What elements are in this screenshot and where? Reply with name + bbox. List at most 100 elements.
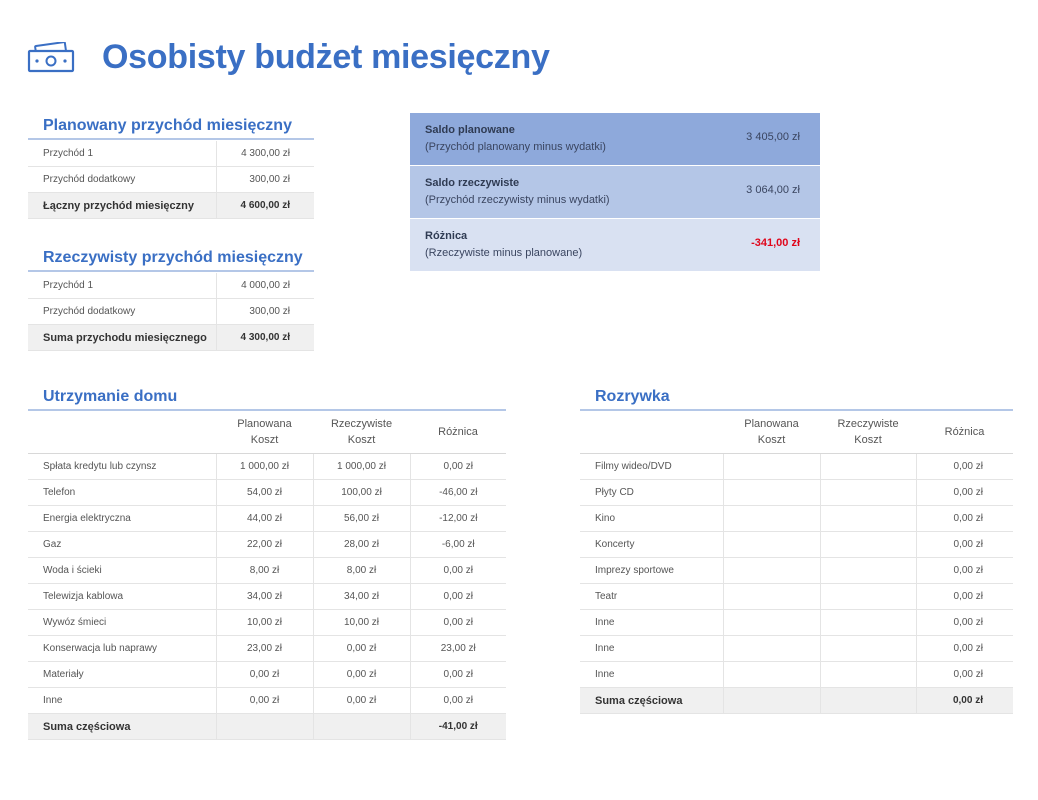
- planned-cost-cell[interactable]: [722, 635, 820, 662]
- actual-cost-cell[interactable]: 100,00 zł: [312, 479, 410, 506]
- total-label: Łączny przychód miesięczny: [28, 192, 216, 219]
- table-row: Imprezy sportowe 0,00 zł: [580, 557, 1013, 584]
- planned-cost-cell[interactable]: 0,00 zł: [215, 661, 313, 688]
- table-row: Przychód 1 4 000,00 zł: [28, 273, 314, 299]
- page-title: Osobisty budżet miesięczny: [102, 38, 550, 76]
- total-row: Suma przychodu miesięcznego 4 300,00 zł: [28, 324, 314, 351]
- subtotal-difference: 0,00 zł: [915, 687, 1013, 714]
- actual-cost-cell[interactable]: [819, 531, 916, 558]
- table-row: Inne 0,00 zł: [580, 609, 1013, 636]
- actual-cost-cell[interactable]: [819, 661, 916, 688]
- difference-cell: 23,00 zł: [409, 635, 506, 662]
- row-label: Inne: [580, 609, 723, 636]
- actual-cost-cell[interactable]: 10,00 zł: [312, 609, 410, 636]
- actual-income-table: Przychód 1 4 000,00 zł Przychód dodatkow…: [28, 273, 314, 351]
- balance-summary: Saldo planowane (Przychód planowany minu…: [410, 113, 820, 272]
- difference-value: -341,00 zł: [751, 237, 800, 249]
- planned-cost-cell[interactable]: [722, 505, 820, 532]
- actual-cost-cell[interactable]: 56,00 zł: [312, 505, 410, 532]
- difference-cell: 0,00 zł: [409, 687, 506, 714]
- planned-cost-cell[interactable]: [722, 479, 820, 506]
- column-header-actual-line2: Koszt: [347, 434, 376, 446]
- planned-cost-cell[interactable]: [722, 531, 820, 558]
- actual-cost-cell[interactable]: [819, 453, 916, 480]
- planned-cost-cell[interactable]: 1 000,00 zł: [215, 453, 313, 480]
- planned-balance-row: Saldo planowane (Przychód planowany minu…: [410, 113, 820, 166]
- difference-title: Różnica: [425, 230, 468, 242]
- total-value: 4 600,00 zł: [215, 192, 314, 219]
- row-value[interactable]: 300,00 zł: [215, 166, 314, 193]
- actual-cost-cell[interactable]: 1 000,00 zł: [312, 453, 410, 480]
- planned-cost-cell[interactable]: 10,00 zł: [215, 609, 313, 636]
- planned-income-title: Planowany przychód miesięczny: [28, 115, 314, 140]
- actual-cost-cell[interactable]: 0,00 zł: [312, 661, 410, 688]
- actual-balance-subtitle: (Przychód rzeczywisty minus wydatki): [425, 194, 610, 206]
- subtotal-row: Suma częściowa 0,00 zł: [580, 687, 1013, 714]
- actual-cost-cell[interactable]: 34,00 zł: [312, 583, 410, 610]
- difference-cell: 0,00 zł: [915, 505, 1013, 532]
- actual-cost-cell[interactable]: [819, 609, 916, 636]
- difference-cell: 0,00 zł: [915, 557, 1013, 584]
- column-header-actual-line1: Rzeczywiste: [837, 418, 899, 430]
- actual-balance-value: 3 064,00 zł: [746, 184, 800, 196]
- difference-cell: -6,00 zł: [409, 531, 506, 558]
- row-label: Płyty CD: [580, 479, 723, 506]
- planned-cost-cell[interactable]: [722, 557, 820, 584]
- row-label: Telefon: [28, 479, 216, 506]
- planned-cost-cell[interactable]: 22,00 zł: [215, 531, 313, 558]
- subtotal-planned: [215, 713, 313, 740]
- money-icon: [27, 41, 75, 74]
- planned-balance-title: Saldo planowane: [425, 124, 515, 136]
- entertainment-table: Planowana Koszt Rzeczywiste Koszt Różnic…: [580, 411, 1013, 714]
- difference-subtitle: (Rzeczywiste minus planowane): [425, 247, 583, 259]
- column-header-planned-line1: Planowana: [744, 418, 799, 430]
- actual-cost-cell[interactable]: 8,00 zł: [312, 557, 410, 584]
- table-row: Koncerty 0,00 zł: [580, 531, 1013, 558]
- table-row: Gaz 22,00 zł 28,00 zł -6,00 zł: [28, 531, 506, 558]
- row-label: Materiały: [28, 661, 216, 688]
- column-header-planned-line2: Koszt: [757, 434, 786, 446]
- planned-cost-cell[interactable]: 34,00 zł: [215, 583, 313, 610]
- planned-cost-cell[interactable]: [722, 661, 820, 688]
- row-value[interactable]: 300,00 zł: [215, 298, 314, 325]
- difference-cell: 0,00 zł: [915, 583, 1013, 610]
- table-row: Materiały 0,00 zł 0,00 zł 0,00 zł: [28, 661, 506, 688]
- table-row: Filmy wideo/DVD 0,00 zł: [580, 453, 1013, 480]
- actual-cost-cell[interactable]: [819, 583, 916, 610]
- planned-cost-cell[interactable]: 8,00 zł: [215, 557, 313, 584]
- actual-cost-cell[interactable]: [819, 479, 916, 506]
- actual-cost-cell[interactable]: 0,00 zł: [312, 635, 410, 662]
- column-header-difference: Różnica: [916, 411, 1013, 454]
- row-value[interactable]: 4 300,00 zł: [215, 141, 314, 167]
- planned-balance-subtitle: (Przychód planowany minus wydatki): [425, 141, 606, 153]
- row-value[interactable]: 4 000,00 zł: [215, 273, 314, 299]
- planned-balance-value: 3 405,00 zł: [746, 131, 800, 143]
- actual-cost-cell[interactable]: [819, 505, 916, 532]
- planned-cost-cell[interactable]: 23,00 zł: [215, 635, 313, 662]
- row-label: Gaz: [28, 531, 216, 558]
- row-label: Telewizja kablowa: [28, 583, 216, 610]
- row-label: Inne: [580, 661, 723, 688]
- planned-cost-cell[interactable]: [722, 583, 820, 610]
- actual-cost-cell[interactable]: [819, 635, 916, 662]
- table-row: Teatr 0,00 zł: [580, 583, 1013, 610]
- entertainment-title: Rozrywka: [580, 386, 1013, 411]
- actual-cost-cell[interactable]: 0,00 zł: [312, 687, 410, 714]
- planned-cost-cell[interactable]: [722, 453, 820, 480]
- planned-cost-cell[interactable]: 44,00 zł: [215, 505, 313, 532]
- column-header-category: [580, 411, 723, 454]
- total-label: Suma przychodu miesięcznego: [28, 324, 216, 351]
- row-label: Inne: [580, 635, 723, 662]
- actual-cost-cell[interactable]: [819, 557, 916, 584]
- row-label: Teatr: [580, 583, 723, 610]
- table-row: Kino 0,00 zł: [580, 505, 1013, 532]
- row-label: Konserwacja lub naprawy: [28, 635, 216, 662]
- difference-cell: 0,00 zł: [409, 583, 506, 610]
- column-header-difference: Różnica: [410, 411, 506, 454]
- planned-cost-cell[interactable]: [722, 609, 820, 636]
- planned-cost-cell[interactable]: 0,00 zł: [215, 687, 313, 714]
- subtotal-difference: -41,00 zł: [409, 713, 506, 740]
- actual-cost-cell[interactable]: 28,00 zł: [312, 531, 410, 558]
- difference-cell: -12,00 zł: [409, 505, 506, 532]
- planned-cost-cell[interactable]: 54,00 zł: [215, 479, 313, 506]
